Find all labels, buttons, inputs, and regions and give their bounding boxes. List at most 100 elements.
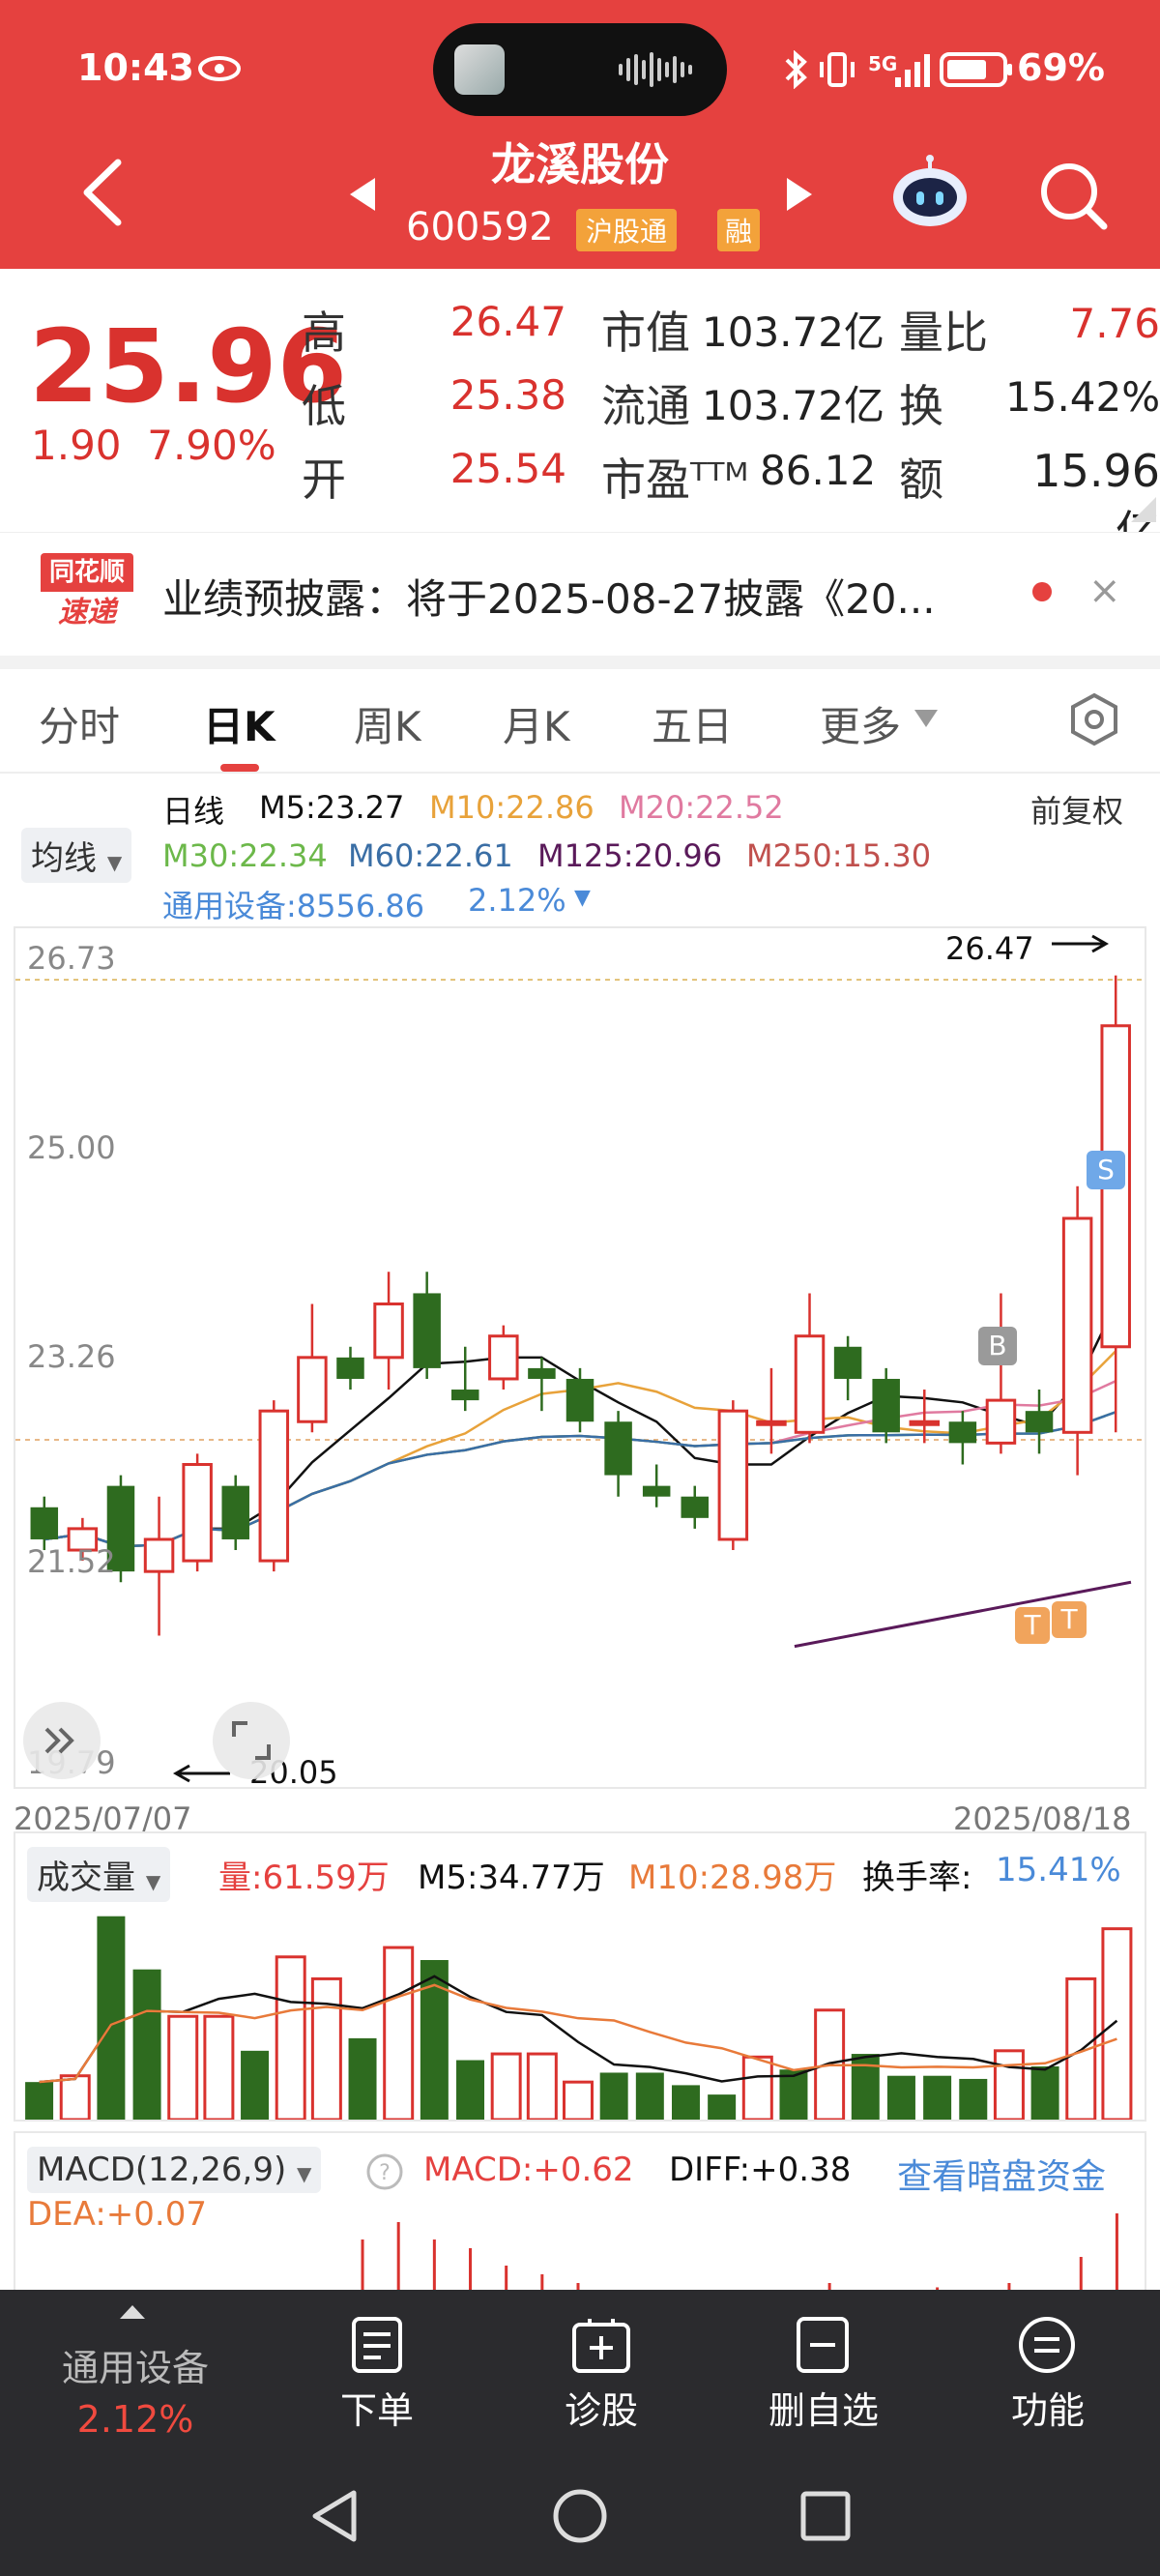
nav-remove-watchlist[interactable]: 删自选 — [746, 2381, 901, 2434]
candle[interactable] — [833, 1335, 862, 1401]
macd-indicator-selector[interactable]: MACD(12,26,9) ▼ — [27, 2147, 322, 2193]
nav-order[interactable]: 下单 — [309, 2381, 445, 2434]
tab-monthly-k[interactable]: 月K — [503, 694, 570, 753]
candle[interactable] — [872, 1367, 900, 1444]
t-signal-badge-1[interactable]: T — [1015, 1607, 1050, 1644]
candle[interactable] — [794, 1293, 826, 1444]
sell-signal-badge[interactable]: S — [1087, 1151, 1125, 1189]
candle[interactable] — [681, 1485, 710, 1529]
volume-bar[interactable] — [671, 2085, 700, 2120]
candle[interactable] — [488, 1325, 519, 1390]
expand-sidebar-button[interactable] — [23, 1702, 101, 1779]
candle[interactable] — [1061, 1186, 1093, 1476]
volume-bar[interactable] — [993, 2049, 1025, 2120]
volume-indicator-selector[interactable]: 成交量 ▼ — [27, 1847, 171, 1902]
volume-bar[interactable] — [59, 2074, 91, 2120]
system-recents-icon[interactable] — [798, 2489, 853, 2543]
t-signal-badge-2[interactable]: T — [1052, 1601, 1087, 1638]
sector-index[interactable]: 通用设备:8556.86 — [162, 882, 424, 926]
candle[interactable] — [336, 1346, 364, 1390]
ma60-value: M60:22.61 — [348, 837, 513, 874]
sector-dropdown-icon[interactable]: ▼ — [574, 886, 591, 910]
volume-bar[interactable] — [203, 2014, 235, 2120]
tab-more[interactable]: 更多 — [820, 694, 901, 753]
volume-bar[interactable] — [851, 2054, 880, 2120]
dark-pool-funds-link[interactable]: 查看暗盘资金 — [897, 2149, 1106, 2199]
candle[interactable] — [604, 1411, 632, 1497]
search-icon[interactable] — [1038, 161, 1108, 230]
help-icon[interactable]: ? — [365, 2152, 404, 2191]
volume-bar[interactable] — [886, 2075, 915, 2120]
volume-bar[interactable] — [923, 2075, 952, 2120]
tab-daily-k[interactable]: 日K — [203, 694, 276, 753]
fq-toggle[interactable]: 前复权 — [1030, 787, 1123, 832]
ma-selector[interactable]: 均线 ▼ — [21, 828, 132, 883]
dropdown-arrow-icon[interactable] — [913, 708, 940, 729]
candle[interactable] — [528, 1357, 556, 1412]
volume-bar[interactable] — [348, 2037, 377, 2120]
volume-bar[interactable] — [708, 2094, 737, 2120]
buy-signal-badge[interactable]: B — [978, 1327, 1017, 1365]
kline-chart[interactable] — [15, 928, 1145, 1787]
volume-bar[interactable] — [383, 1946, 415, 2120]
system-back-icon[interactable] — [307, 2487, 362, 2545]
news-close-button[interactable]: × — [1088, 569, 1121, 613]
volume-ma10-line — [39, 1983, 1117, 2084]
expand-corner-icon[interactable] — [1131, 497, 1156, 522]
volume-bar[interactable] — [132, 1969, 161, 2120]
nav-function[interactable]: 功能 — [980, 2381, 1116, 2434]
volume-bar[interactable] — [310, 1976, 342, 2120]
tab-intraday[interactable]: 分时 — [39, 694, 120, 753]
remove-watchlist-icon[interactable] — [795, 2315, 851, 2375]
status-time: 10:43 — [77, 46, 194, 89]
candle[interactable] — [182, 1453, 213, 1572]
volume-bar[interactable] — [490, 2052, 522, 2120]
volume-chart[interactable] — [15, 1895, 1145, 2120]
volume-bar[interactable] — [741, 2055, 773, 2120]
candle[interactable] — [985, 1293, 1017, 1454]
volume-bar[interactable] — [97, 1916, 126, 2120]
candle[interactable] — [221, 1475, 249, 1551]
volume-bar[interactable] — [456, 2060, 485, 2120]
candle[interactable] — [30, 1496, 59, 1551]
volume-bar[interactable] — [563, 2080, 594, 2120]
sector-pct[interactable]: 2.12% — [468, 882, 566, 919]
candle[interactable] — [1100, 975, 1131, 1433]
system-home-icon[interactable] — [551, 2487, 609, 2545]
candle[interactable] — [948, 1411, 977, 1465]
volume-bar[interactable] — [25, 2082, 54, 2120]
bottom-sector-name[interactable]: 通用设备 — [39, 2338, 232, 2391]
fullscreen-button[interactable] — [213, 1702, 290, 1779]
volume-bar[interactable] — [1101, 1927, 1133, 2120]
volume-bar[interactable] — [635, 2072, 664, 2120]
candle[interactable] — [717, 1400, 749, 1551]
tab-five-day[interactable]: 五日 — [652, 694, 733, 753]
volume-bar[interactable] — [275, 1955, 306, 2120]
candle[interactable] — [143, 1496, 175, 1636]
tab-weekly-k[interactable]: 周K — [354, 694, 421, 753]
candle[interactable] — [1025, 1390, 1054, 1454]
candle[interactable] — [297, 1303, 328, 1433]
news-text[interactable]: 业绩预披露：将于2025-08-27披露《20... — [162, 567, 936, 626]
collapse-up-icon[interactable] — [118, 2301, 147, 2321]
volume-bar[interactable] — [241, 2050, 270, 2120]
candle[interactable] — [258, 1400, 290, 1572]
volume-bar[interactable] — [167, 2014, 199, 2120]
volume-bar[interactable] — [526, 2052, 558, 2120]
candle[interactable] — [413, 1272, 441, 1379]
function-menu-icon[interactable] — [1017, 2315, 1077, 2375]
robot-assistant-icon[interactable] — [889, 155, 971, 232]
order-icon[interactable] — [350, 2315, 404, 2375]
volume-bar[interactable] — [599, 2072, 628, 2120]
settings-hexagon-icon[interactable] — [1067, 692, 1121, 746]
diagnose-icon[interactable] — [570, 2315, 632, 2375]
candle[interactable] — [373, 1272, 404, 1390]
nav-diagnose[interactable]: 诊股 — [534, 2381, 669, 2434]
candle[interactable] — [566, 1367, 594, 1433]
quote-value-mktcap: 103.72亿 — [702, 308, 884, 356]
candle[interactable] — [642, 1464, 671, 1508]
volume-bar[interactable] — [1030, 2066, 1059, 2120]
candle[interactable] — [450, 1346, 479, 1412]
volume-bar[interactable] — [959, 2078, 988, 2120]
bottom-sector-pct[interactable]: 2.12% — [39, 2398, 232, 2441]
